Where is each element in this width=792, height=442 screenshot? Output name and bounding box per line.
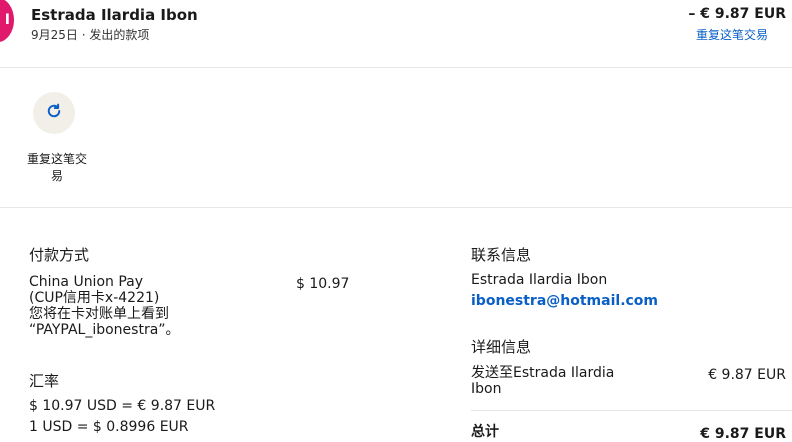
total-label: 总计 <box>471 424 499 440</box>
sent-to: 发送至Estrada Ilardia Ibon <box>471 365 614 397</box>
divider <box>0 67 792 68</box>
payment-method-heading: 付款方式 <box>29 246 90 264</box>
avatar-initial: I <box>4 12 10 28</box>
exchange-rate-heading: 汇率 <box>29 372 60 390</box>
payment-card: (CUP信用卡x-4221) <box>29 290 160 306</box>
transaction-subtitle: 9月25日 · 发出的款项 <box>31 28 150 42</box>
repeat-transaction-button[interactable] <box>33 92 75 134</box>
exchange-rate-line1: $ 10.97 USD = € 9.87 EUR <box>29 398 216 414</box>
payment-method-details: China Union Pay (CUP信用卡x-4221) 您将在卡对账单上看… <box>29 274 180 338</box>
refresh-icon <box>45 102 63 124</box>
sent-to-line2: Ibon <box>471 381 502 397</box>
merchant-name: Estrada Ilardia Ibon <box>31 6 198 24</box>
statement-note: 您将在卡对账单上看到 <box>29 306 169 322</box>
divider <box>471 410 792 411</box>
total-amount: € 9.87 EUR <box>700 426 786 442</box>
contact-email-link[interactable]: ibonestra@hotmail.com <box>471 293 658 309</box>
repeat-transaction-link[interactable]: 重复这笔交易 <box>696 26 768 43</box>
details-heading: 详细信息 <box>471 338 532 356</box>
statement-descriptor: “PAYPAL_ibonestra”。 <box>29 322 180 338</box>
exchange-rate-line2: 1 USD = $ 0.8996 EUR <box>29 419 189 435</box>
contact-heading: 联系信息 <box>471 246 532 264</box>
transaction-amount: – € 9.87 EUR <box>688 6 786 22</box>
contact-name: Estrada Ilardia Ibon <box>471 272 608 288</box>
payment-method-amount: $ 10.97 <box>296 276 350 292</box>
payment-method-name: China Union Pay <box>29 274 144 290</box>
avatar: I <box>0 0 14 42</box>
sent-to-line1: 发送至Estrada Ilardia <box>471 365 615 381</box>
sent-amount: € 9.87 EUR <box>708 367 786 383</box>
divider <box>0 207 792 208</box>
repeat-transaction-label: 重复这笔交 易 <box>22 151 92 185</box>
repeat-label-line1: 重复这笔交 <box>26 152 87 166</box>
repeat-label-line2: 易 <box>50 169 63 183</box>
